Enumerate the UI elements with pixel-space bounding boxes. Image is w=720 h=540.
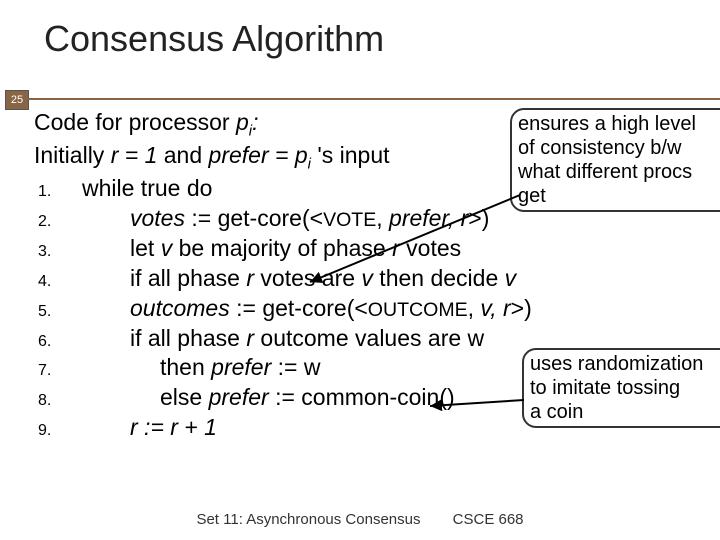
footer-left: Set 11: Asynchronous Consensus bbox=[196, 511, 420, 528]
slide-footer: Set 11: Asynchronous Consensus CSCE 668 bbox=[0, 511, 720, 528]
slide-title: Consensus Algorithm bbox=[0, 0, 720, 70]
callout-consistency: ensures a high level of consistency b/w … bbox=[510, 108, 720, 212]
callout-randomization: uses randomization to imitate tossing a … bbox=[522, 348, 720, 428]
footer-right: CSCE 668 bbox=[453, 511, 524, 528]
title-divider bbox=[28, 98, 720, 100]
step-5: 5. outcomes := get-core(<OUTCOME, v, r>) bbox=[34, 294, 720, 324]
step-3: 3. let v be majority of phase r votes bbox=[34, 234, 720, 264]
step-4: 4. if all phase r votes are v then decid… bbox=[34, 264, 720, 294]
page-number: 25 bbox=[5, 90, 29, 110]
